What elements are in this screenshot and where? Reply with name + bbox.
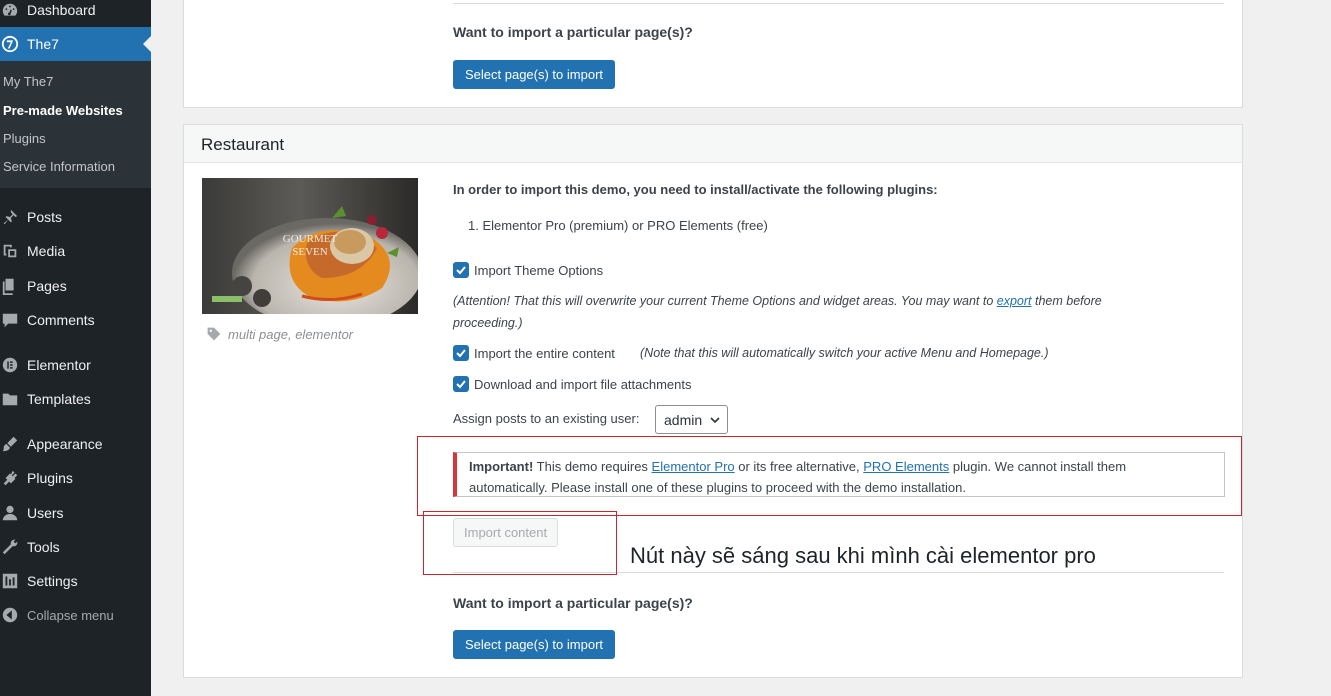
demo-title: Restaurant bbox=[201, 135, 285, 154]
attention-line1: (Attention! That this will overwrite you… bbox=[453, 294, 1102, 308]
collapse-menu-label: Collapse menu bbox=[27, 607, 114, 623]
submenu-my-the7[interactable]: My The7 bbox=[3, 74, 53, 89]
export-link[interactable]: export bbox=[997, 294, 1032, 308]
menu-users-label: Users bbox=[27, 505, 64, 521]
menu-comments-label: Comments bbox=[27, 312, 95, 328]
pages-icon bbox=[0, 269, 27, 303]
menu-comments[interactable]: Comments bbox=[0, 303, 151, 337]
collapse-icon bbox=[0, 598, 27, 632]
users-icon bbox=[0, 496, 27, 530]
the7-icon bbox=[0, 27, 27, 61]
menu-users[interactable]: Users bbox=[0, 496, 151, 530]
select-pages-button[interactable]: Select page(s) to import bbox=[453, 60, 616, 89]
menu-plugins-label: Plugins bbox=[27, 470, 73, 486]
menu-pages[interactable]: Pages bbox=[0, 269, 151, 303]
menu-settings[interactable]: Settings bbox=[0, 564, 151, 598]
tags-text: multi page, elementor bbox=[228, 326, 354, 342]
thumbnail-brand-line1: GOURMET bbox=[283, 233, 338, 245]
assign-user-select[interactable]: admin bbox=[655, 405, 728, 434]
menu-posts-label: Posts bbox=[27, 209, 63, 225]
menu-elementor-label: Elementor bbox=[27, 357, 91, 373]
select-pages-button[interactable]: Select page(s) to import bbox=[453, 630, 616, 659]
admin-sidebar: Dashboard The7 My The7 Pre-made Websites… bbox=[0, 0, 151, 696]
collapse-menu-button[interactable]: Collapse menu bbox=[0, 598, 151, 632]
menu-pages-label: Pages bbox=[27, 278, 67, 294]
media-icon bbox=[0, 234, 27, 268]
the7-submenu: My The7 Pre-made Websites Plugins Servic… bbox=[0, 61, 151, 188]
menu-dashboard-label: Dashboard bbox=[27, 2, 96, 18]
menu-appearance[interactable]: Appearance bbox=[0, 427, 151, 461]
comments-icon bbox=[0, 303, 27, 337]
menu-plugins[interactable]: Plugins bbox=[0, 461, 151, 495]
divider bbox=[453, 3, 1224, 4]
attention-line2: proceeding.) bbox=[453, 316, 523, 330]
wrench-icon bbox=[0, 530, 27, 564]
attention-text-end: them before bbox=[1031, 294, 1102, 308]
pin-icon bbox=[0, 200, 27, 234]
menu-the7[interactable]: The7 bbox=[0, 27, 151, 61]
submenu-pre-made-websites[interactable]: Pre-made Websites bbox=[3, 103, 123, 118]
plugin-list-item: 1. Elementor Pro (premium) or PRO Elemen… bbox=[468, 218, 768, 233]
plugins-intro: In order to import this demo, you need t… bbox=[453, 182, 938, 197]
paintbrush-icon bbox=[0, 427, 27, 461]
menu-posts[interactable]: Posts bbox=[0, 200, 151, 234]
checkmark-icon bbox=[456, 380, 466, 389]
thumbnail-brand-line2: SEVEN bbox=[292, 246, 328, 258]
import-entire-note: (Note that this will automatically switc… bbox=[640, 346, 1049, 360]
download-attachments-label: Download and import file attachments bbox=[474, 377, 692, 392]
demo-thumbnail-image: GOURMET SEVEN bbox=[202, 178, 418, 314]
submenu-plugins[interactable]: Plugins bbox=[3, 131, 46, 146]
import-entire-content-label: Import the entire content bbox=[474, 346, 615, 361]
tag-icon bbox=[206, 326, 222, 342]
download-attachments-checkbox[interactable] bbox=[453, 376, 469, 392]
import-pages-question: Want to import a particular page(s)? bbox=[453, 24, 693, 40]
import-pages-question: Want to import a particular page(s)? bbox=[453, 595, 693, 611]
panel-header: Restaurant bbox=[184, 125, 1242, 163]
menu-appearance-label: Appearance bbox=[27, 436, 103, 452]
settings-icon bbox=[0, 564, 27, 598]
checkmark-icon bbox=[456, 266, 466, 275]
annotation-box-button bbox=[423, 511, 617, 575]
demo-thumbnail[interactable]: GOURMET SEVEN bbox=[202, 178, 418, 314]
menu-media[interactable]: Media bbox=[0, 234, 151, 268]
previous-demo-panel: Want to import a particular page(s)? Sel… bbox=[183, 0, 1243, 108]
assign-user-label: Assign posts to an existing user: bbox=[453, 411, 640, 426]
import-theme-options-checkbox[interactable] bbox=[453, 262, 469, 278]
submenu-service-information[interactable]: Service Information bbox=[3, 159, 115, 174]
menu-templates[interactable]: Templates bbox=[0, 382, 151, 416]
menu-elementor[interactable]: Elementor bbox=[0, 348, 151, 382]
dashboard-icon bbox=[0, 0, 27, 27]
plugins-icon bbox=[0, 461, 27, 495]
import-entire-content-checkbox[interactable] bbox=[453, 345, 469, 361]
folder-icon bbox=[0, 382, 27, 416]
menu-the7-label: The7 bbox=[27, 36, 59, 52]
menu-dashboard[interactable]: Dashboard bbox=[0, 0, 151, 27]
chevron-down-icon bbox=[710, 412, 720, 428]
demo-tags: multi page, elementor bbox=[206, 326, 353, 342]
attention-text: (Attention! That this will overwrite you… bbox=[453, 294, 997, 308]
elementor-icon bbox=[0, 348, 27, 382]
menu-templates-label: Templates bbox=[27, 391, 91, 407]
menu-media-label: Media bbox=[27, 243, 66, 259]
menu-tools[interactable]: Tools bbox=[0, 530, 151, 564]
current-menu-arrow bbox=[143, 36, 151, 52]
annotation-box-notice bbox=[417, 436, 1242, 516]
restaurant-demo-panel: Restaurant GOURMET SEVEN multi page, ele… bbox=[183, 124, 1243, 678]
assign-user-value: admin bbox=[664, 411, 703, 428]
menu-settings-label: Settings bbox=[27, 573, 78, 589]
annotation-text: Nút này sẽ sáng sau khi mình cài element… bbox=[628, 543, 1098, 569]
menu-tools-label: Tools bbox=[27, 539, 60, 555]
checkmark-icon bbox=[456, 349, 466, 358]
import-theme-options-label: Import Theme Options bbox=[474, 263, 604, 278]
